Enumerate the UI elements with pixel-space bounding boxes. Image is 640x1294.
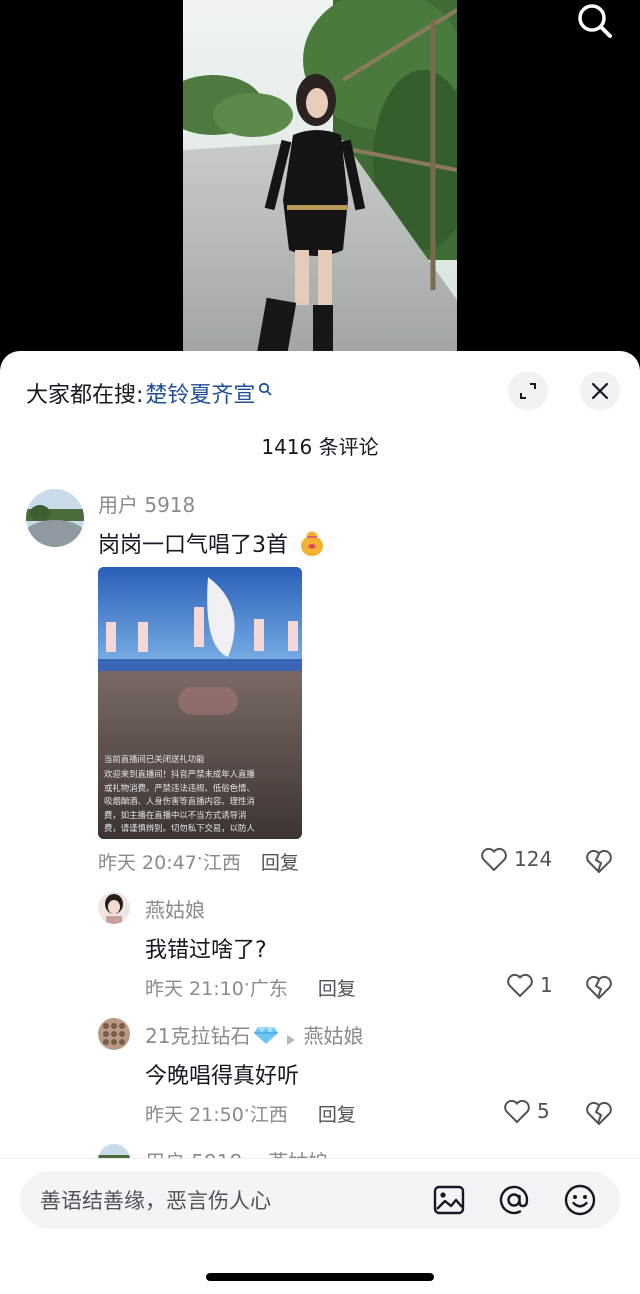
reply-button[interactable]: 回复 — [318, 1100, 356, 1127]
image-icon — [433, 1185, 465, 1215]
reply-header: 21克拉钻石 燕姑娘 — [145, 1020, 363, 1049]
search-button[interactable] — [572, 0, 620, 44]
reply-button[interactable]: 回复 — [261, 848, 299, 875]
diamond-icon — [253, 1025, 279, 1045]
emoji-button[interactable] — [563, 1183, 597, 1217]
dislike-button[interactable] — [585, 847, 613, 875]
small-search-icon — [258, 377, 274, 396]
heart-icon — [504, 1099, 530, 1124]
dislike-button[interactable] — [585, 1099, 613, 1127]
input-placeholder: 善语结善缘，恶言伤人心 — [40, 1189, 271, 1213]
reply-time: 昨天 21:10 — [145, 978, 244, 1000]
comment-input[interactable]: 善语结善缘，恶言伤人心 — [20, 1171, 620, 1229]
image-caption-box: 当前直播间已关闭送礼功能 欢迎来到直播间！抖音严禁未成年人直播 或礼物消费。严禁… — [104, 753, 280, 835]
mention-button[interactable] — [497, 1183, 531, 1217]
close-button[interactable] — [580, 371, 620, 411]
image-caption-line: 或礼物消费。严禁违法违规、低俗色情、 — [104, 782, 255, 793]
avatar[interactable] — [98, 892, 130, 924]
reply-time: 昨天 21:50 — [145, 1104, 244, 1126]
money-bag-emoji — [299, 526, 325, 562]
like-count: 5 — [537, 1099, 550, 1123]
close-icon — [591, 382, 609, 400]
comment-sheet: 大家都在搜: 楚铃夏齐宣 1416 条评论 用户 5918 岗岗一口气唱了3首 — [0, 351, 640, 1294]
comment-username[interactable]: 用户 5918 — [98, 489, 195, 518]
reply-to-username[interactable]: 燕姑娘 — [303, 1020, 363, 1049]
comment-meta: 昨天 20:47 · 江西 回复 — [98, 848, 299, 875]
image-caption-line: 当前直播间已关闭送礼功能 — [104, 754, 205, 764]
like-button[interactable]: 124 — [480, 846, 552, 872]
reply-location: 江西 — [249, 1104, 288, 1126]
heart-icon — [481, 847, 507, 872]
reply-text: 今晚唱得真好听 — [145, 1064, 300, 1089]
avatar[interactable] — [26, 489, 84, 547]
mention-icon — [499, 1185, 529, 1215]
expand-icon — [520, 383, 536, 399]
home-indicator[interactable] — [206, 1273, 434, 1281]
image-caption-line: 费，如主播在直播中以不当方式诱导消 — [104, 809, 247, 820]
broken-heart-icon — [586, 975, 612, 1000]
image-caption-line: 欢迎来到直播间！抖音严禁未成年人直播 — [104, 769, 255, 780]
reply-arrow-icon — [285, 1028, 297, 1045]
dislike-button[interactable] — [585, 973, 613, 1001]
comment-input-bar: 善语结善缘，恶言伤人心 — [0, 1158, 640, 1294]
trending-prefix: 大家都在搜: — [26, 383, 144, 408]
heart-icon — [507, 973, 533, 998]
image-caption-line: 吸烟酗酒、人身伤害等直播内容。理性消 — [104, 796, 255, 807]
trending-query-link[interactable]: 楚铃夏齐宣 — [145, 377, 255, 409]
video-scene-image — [183, 0, 457, 370]
reply-meta: 昨天 21:50 · 江西 回复 — [145, 1100, 356, 1127]
comment-location: 江西 — [202, 852, 241, 874]
like-button[interactable]: 1 — [506, 972, 553, 998]
expand-button[interactable] — [508, 371, 548, 411]
broken-heart-icon — [586, 849, 612, 874]
search-icon — [578, 4, 612, 38]
avatar[interactable] — [98, 1018, 130, 1050]
reply-username[interactable]: 21克拉钻石 — [145, 1020, 250, 1049]
emoji-icon — [564, 1184, 596, 1216]
video-frame — [183, 0, 457, 370]
comment-image[interactable]: 当前直播间已关闭送礼功能 欢迎来到直播间！抖音严禁未成年人直播 或礼物消费。严禁… — [98, 567, 302, 839]
reply-meta: 昨天 21:10 · 广东 回复 — [145, 974, 356, 1001]
broken-heart-icon — [586, 1101, 612, 1126]
reply-text: 我错过啥了? — [145, 938, 267, 963]
reply-location: 广东 — [249, 978, 288, 1000]
reply-username[interactable]: 燕姑娘 — [145, 894, 205, 923]
image-button[interactable] — [432, 1183, 466, 1217]
comment-time: 昨天 20:47 — [98, 852, 197, 874]
image-caption-line: 费，请谨慎辨别。切勿私下交易，以防人 — [104, 823, 255, 834]
comment-count: 1416 条评论 — [261, 435, 379, 459]
like-count: 1 — [540, 973, 553, 997]
like-button[interactable]: 5 — [503, 1098, 550, 1124]
reply-button[interactable]: 回复 — [318, 974, 356, 1001]
like-count: 124 — [514, 847, 553, 871]
video-player[interactable] — [0, 0, 640, 370]
trending-search-bar[interactable]: 大家都在搜: 楚铃夏齐宣 — [26, 377, 274, 409]
comment-text-body: 岗岗一口气唱了3首 — [98, 533, 288, 558]
comment-text: 岗岗一口气唱了3首 — [98, 526, 325, 562]
